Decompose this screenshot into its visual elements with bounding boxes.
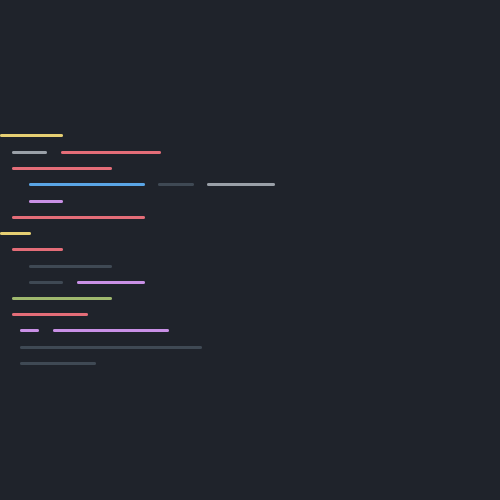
code-token xyxy=(12,216,145,219)
code-token xyxy=(29,200,63,203)
code-token xyxy=(0,232,31,235)
code-token xyxy=(20,346,202,349)
code-editor-area[interactable] xyxy=(0,0,500,500)
code-token xyxy=(12,248,63,251)
code-token xyxy=(12,151,47,154)
code-token xyxy=(0,134,63,137)
code-token xyxy=(29,183,145,186)
code-token xyxy=(158,183,194,186)
code-token xyxy=(12,313,88,316)
code-token xyxy=(53,329,169,332)
code-token xyxy=(207,183,275,186)
code-token xyxy=(20,362,96,365)
code-token xyxy=(77,281,145,284)
code-token xyxy=(29,265,112,268)
code-token xyxy=(61,151,161,154)
code-token xyxy=(12,167,112,170)
code-token xyxy=(29,281,63,284)
code-token xyxy=(12,297,112,300)
code-token xyxy=(20,329,39,332)
